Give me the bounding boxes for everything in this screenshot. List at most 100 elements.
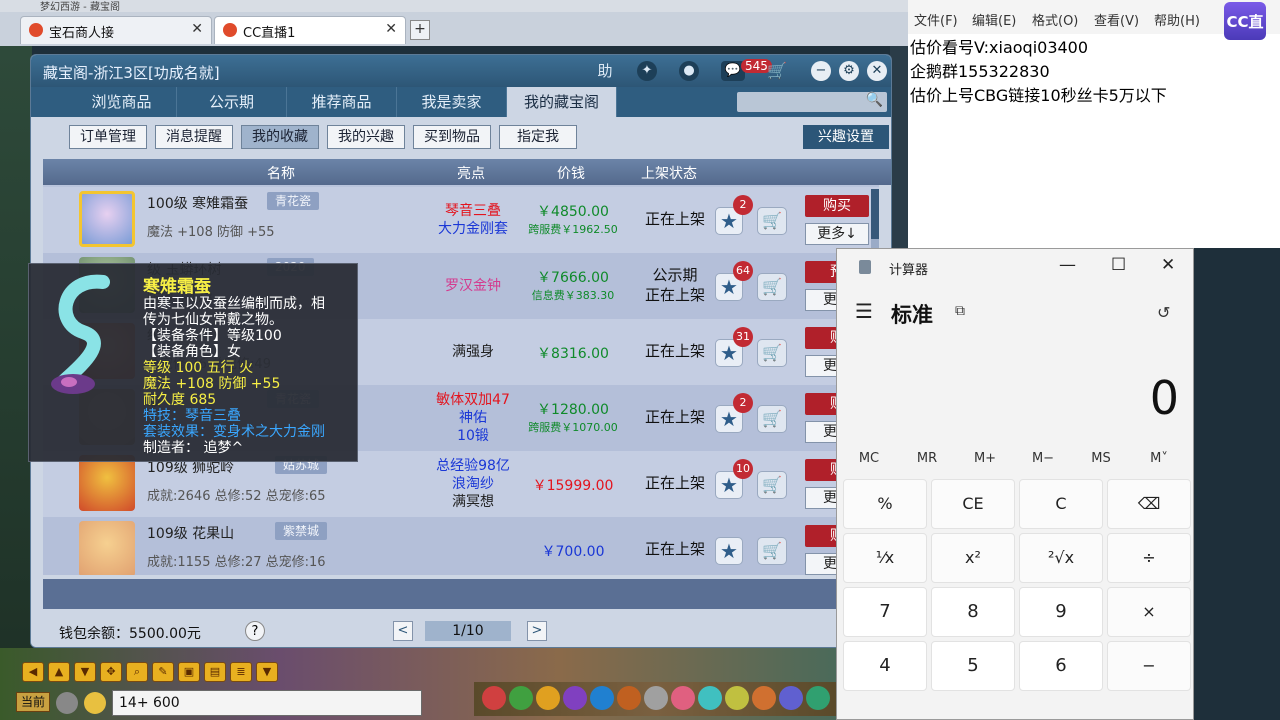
- operator-button-7[interactable]: ÷: [1107, 533, 1191, 583]
- subtab-favorites[interactable]: 我的收藏: [241, 125, 319, 149]
- memory-button-1[interactable]: MR: [905, 451, 949, 466]
- subtab-bought[interactable]: 买到物品: [413, 125, 491, 149]
- search-input[interactable]: 🔍: [737, 92, 887, 112]
- browser-tab-2[interactable]: CC直播1 ✕: [214, 16, 406, 44]
- skill-icon[interactable]: [698, 686, 722, 710]
- cart-icon[interactable]: 🛒: [757, 207, 787, 235]
- menu-help[interactable]: 帮助(H): [1154, 10, 1200, 29]
- scrollbar-thumb[interactable]: [871, 189, 879, 239]
- tab-seller[interactable]: 我是卖家: [397, 87, 507, 117]
- digit-4-button[interactable]: 4: [843, 641, 927, 691]
- list-icon[interactable]: ≣: [230, 662, 252, 682]
- skill-icon[interactable]: [779, 686, 803, 710]
- record-icon[interactable]: ●: [679, 61, 699, 81]
- skill-icon[interactable]: [725, 686, 749, 710]
- memory-button-4[interactable]: MS: [1079, 451, 1123, 466]
- operator-button-15[interactable]: −: [1107, 641, 1191, 691]
- move-icon[interactable]: ✥: [100, 662, 122, 682]
- skill-icon[interactable]: [509, 686, 533, 710]
- subtab-interests[interactable]: 我的兴趣: [327, 125, 405, 149]
- subtab-designated[interactable]: 指定我: [499, 125, 577, 149]
- skill-icon[interactable]: [617, 686, 641, 710]
- skill-icon[interactable]: [671, 686, 695, 710]
- cart-icon[interactable]: 🛒: [767, 61, 787, 81]
- tab-recommend[interactable]: 推荐商品: [287, 87, 397, 117]
- skill-icon[interactable]: [536, 686, 560, 710]
- minimize-icon[interactable]: —: [1059, 255, 1076, 275]
- menu-file[interactable]: 文件(F): [914, 10, 958, 29]
- digit-6-button[interactable]: 6: [1019, 641, 1103, 691]
- note-icon[interactable]: ✎: [152, 662, 174, 682]
- maximize-icon[interactable]: ☐: [1111, 255, 1126, 275]
- up-arrow-icon[interactable]: ▲: [48, 662, 70, 682]
- item-thumbnail[interactable]: [79, 191, 135, 247]
- operator-button-0[interactable]: %: [843, 479, 927, 529]
- cart-icon[interactable]: 🛒: [757, 537, 787, 565]
- keep-on-top-icon[interactable]: ⧉: [955, 303, 965, 319]
- tab-browse[interactable]: 浏览商品: [67, 87, 177, 117]
- hammer-icon[interactable]: ✦: [637, 61, 657, 81]
- memory-button-0[interactable]: MC: [847, 451, 891, 466]
- menu-format[interactable]: 格式(O): [1032, 10, 1078, 29]
- menu-view[interactable]: 查看(V): [1094, 10, 1139, 29]
- table-row[interactable]: 100级 寒雉霜蚕 青花瓷 魔法 +108 防御 +55 琴音三叠 大力金刚套 ￥4850…: [43, 187, 879, 253]
- cart-icon[interactable]: 🛒: [757, 405, 787, 433]
- digit-7-button[interactable]: 7: [843, 587, 927, 637]
- interest-settings-button[interactable]: 兴趣设置: [803, 125, 889, 149]
- star-icon[interactable]: ★: [715, 537, 743, 565]
- menu-down-icon[interactable]: ▼: [256, 662, 278, 682]
- skill-icon[interactable]: [752, 686, 776, 710]
- minimize-icon[interactable]: −: [811, 61, 831, 81]
- close-icon[interactable]: ✕: [385, 21, 397, 37]
- page-icon[interactable]: ▤: [204, 662, 226, 682]
- next-page-button[interactable]: >: [527, 621, 547, 641]
- browser-tab-1[interactable]: 宝石商人接 ✕: [20, 16, 212, 44]
- buy-button[interactable]: 购买: [805, 195, 869, 217]
- digit-8-button[interactable]: 8: [931, 587, 1015, 637]
- cart-icon[interactable]: 🛒: [757, 339, 787, 367]
- skill-icon[interactable]: [644, 686, 668, 710]
- skill-icon[interactable]: [590, 686, 614, 710]
- memory-button-3[interactable]: M−: [1021, 451, 1065, 466]
- operator-button-3[interactable]: ⌫: [1107, 479, 1191, 529]
- operator-button-2[interactable]: C: [1019, 479, 1103, 529]
- operator-button-5[interactable]: x²: [931, 533, 1015, 583]
- skill-icon[interactable]: [806, 686, 830, 710]
- help-button[interactable]: ?: [245, 621, 265, 641]
- cart-icon[interactable]: 🛒: [757, 471, 787, 499]
- subtab-messages[interactable]: 消息提醒: [155, 125, 233, 149]
- help-icon[interactable]: 助: [595, 61, 615, 81]
- memory-button-2[interactable]: M+: [963, 451, 1007, 466]
- left-arrow-icon[interactable]: ◀: [22, 662, 44, 682]
- close-icon[interactable]: ✕: [867, 61, 887, 81]
- digit-5-button[interactable]: 5: [931, 641, 1015, 691]
- current-channel-button[interactable]: 当前: [16, 692, 50, 712]
- tab-my-pavilion[interactable]: 我的藏宝阁: [507, 87, 617, 117]
- emoji-icon[interactable]: [84, 692, 106, 714]
- history-icon[interactable]: ↺: [1157, 303, 1170, 322]
- operator-button-6[interactable]: ²√x: [1019, 533, 1103, 583]
- item-thumbnail[interactable]: [79, 521, 135, 575]
- new-tab-button[interactable]: +: [410, 20, 430, 40]
- digit-9-button[interactable]: 9: [1019, 587, 1103, 637]
- operator-button-1[interactable]: CE: [931, 479, 1015, 529]
- item-thumbnail[interactable]: [79, 455, 135, 511]
- operator-button-4[interactable]: ¹⁄x: [843, 533, 927, 583]
- gear-icon[interactable]: ⚙: [839, 61, 859, 81]
- table-row[interactable]: 109级 花果山 紫禁城 成就:1155 总修:27 总宠修:16 ￥700.00 正在…: [43, 517, 879, 575]
- operator-button-11[interactable]: ×: [1107, 587, 1191, 637]
- skill-icon[interactable]: [482, 686, 506, 710]
- hamburger-icon[interactable]: ☰: [855, 299, 873, 323]
- chat-input[interactable]: 14+ 600: [112, 690, 422, 716]
- down-arrow-icon[interactable]: ▼: [74, 662, 96, 682]
- search-icon[interactable]: ⌕: [126, 662, 148, 682]
- close-icon[interactable]: ✕: [1161, 255, 1175, 275]
- close-icon[interactable]: ✕: [191, 21, 203, 37]
- subtab-orders[interactable]: 订单管理: [69, 125, 147, 149]
- cart-icon[interactable]: 🛒: [757, 273, 787, 301]
- tab-public[interactable]: 公示期: [177, 87, 287, 117]
- search-icon[interactable]: 🔍: [866, 92, 883, 108]
- microphone-icon[interactable]: [56, 692, 78, 714]
- prev-page-button[interactable]: <: [393, 621, 413, 641]
- menu-edit[interactable]: 编辑(E): [972, 10, 1016, 29]
